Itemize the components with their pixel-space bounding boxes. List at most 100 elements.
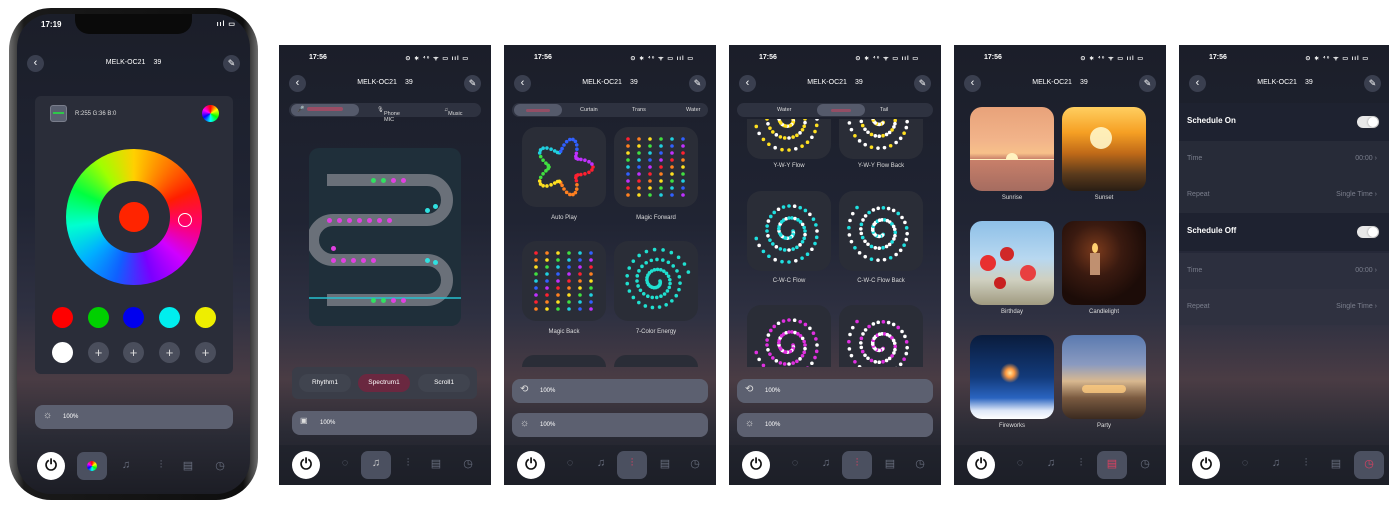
color-icon[interactable]: ◌ xyxy=(786,457,804,469)
scene-candlelight[interactable] xyxy=(1062,221,1146,305)
mixer-icon[interactable]: ⫶ xyxy=(1072,457,1090,470)
clock-icon[interactable]: ◷ xyxy=(459,457,477,470)
color-palette-icon[interactable] xyxy=(202,105,219,122)
scene-fireworks[interactable] xyxy=(970,335,1054,419)
clock-icon[interactable]: ◷ xyxy=(686,457,704,470)
edit-button[interactable]: ✎ xyxy=(689,75,706,92)
nav-schedule-selected[interactable]: ◷ xyxy=(1354,451,1384,479)
clock-icon[interactable]: ◷ xyxy=(211,459,229,472)
add-color-button[interactable]: + xyxy=(88,342,109,363)
tab-music[interactable]: ♫ Music xyxy=(444,107,463,117)
brightness-slider[interactable]: ☼ 100% xyxy=(737,413,933,437)
schedule-on-toggle[interactable] xyxy=(1357,116,1379,128)
edit-button[interactable]: ✎ xyxy=(464,75,481,92)
brightness-slider[interactable]: ☼ 100% xyxy=(35,405,233,429)
add-color-button[interactable]: + xyxy=(159,342,180,363)
clock-icon[interactable]: ◷ xyxy=(911,457,929,470)
color-wheel[interactable] xyxy=(66,149,202,285)
speed-slider[interactable]: ⟲ 100% xyxy=(737,379,933,403)
tab-phone-mic[interactable]: 🎙 Phone MIC xyxy=(377,107,400,123)
effect-card-partial[interactable] xyxy=(614,355,698,367)
brightness-slider[interactable]: ☼ 100% xyxy=(512,413,708,437)
mode-spectrum[interactable]: Spectrum1 xyxy=(358,374,410,392)
preset-green[interactable] xyxy=(88,307,109,328)
mixer-icon[interactable]: ⫶ xyxy=(1297,457,1315,470)
power-button[interactable]: ⏻ xyxy=(37,452,65,480)
effect-card-partial[interactable] xyxy=(522,355,606,367)
tab-water[interactable]: Water xyxy=(777,107,791,113)
effect-y-w-y-flow-back[interactable] xyxy=(839,119,923,159)
tab-trans[interactable]: Trans xyxy=(632,107,646,113)
power-button[interactable]: ⏻ xyxy=(292,451,320,479)
effect-y-w-y-flow[interactable] xyxy=(747,119,831,159)
mixer-icon[interactable]: ⫶ xyxy=(399,457,417,470)
effect-magic-forward[interactable] xyxy=(614,127,698,207)
schedule-off-toggle[interactable] xyxy=(1357,226,1379,238)
tab-water[interactable]: Water xyxy=(686,107,700,113)
edit-button[interactable]: ✎ xyxy=(1364,75,1381,92)
scene-party[interactable] xyxy=(1062,335,1146,419)
power-button[interactable]: ⏻ xyxy=(967,451,995,479)
scene-sunrise[interactable] xyxy=(970,107,1054,191)
preset-cyan[interactable] xyxy=(159,307,180,328)
music-icon[interactable]: ♫ xyxy=(817,457,835,469)
nav-music-selected[interactable]: ♫ xyxy=(361,451,391,479)
preset-yellow[interactable] xyxy=(195,307,216,328)
scene-icon[interactable]: ▤ xyxy=(427,457,445,470)
scene-icon[interactable]: ▤ xyxy=(656,457,674,470)
color-icon[interactable]: ◌ xyxy=(561,457,579,469)
schedule-on-time-row[interactable]: Time 00:00 › xyxy=(1179,141,1389,177)
add-color-button[interactable]: + xyxy=(195,342,216,363)
scene-icon[interactable]: ▤ xyxy=(1327,457,1345,470)
tab-basic[interactable] xyxy=(514,104,562,116)
preset-blue[interactable] xyxy=(123,307,144,328)
power-button[interactable]: ⏻ xyxy=(742,451,770,479)
nav-scene-selected[interactable]: ▤ xyxy=(1097,451,1127,479)
power-button[interactable]: ⏻ xyxy=(1192,451,1220,479)
effect-card-partial[interactable] xyxy=(747,305,831,367)
nav-color-selected[interactable] xyxy=(77,452,107,480)
edit-button[interactable]: ✎ xyxy=(1139,75,1156,92)
led-dot xyxy=(589,293,593,297)
preset-white[interactable] xyxy=(52,342,73,363)
scene-icon[interactable]: ▤ xyxy=(179,459,197,472)
effect-auto-play[interactable] xyxy=(522,127,606,207)
effect-c-w-c-flow-back[interactable] xyxy=(839,191,923,271)
add-color-button[interactable]: + xyxy=(123,342,144,363)
clock-icon[interactable]: ◷ xyxy=(1136,457,1154,470)
color-icon[interactable]: ◌ xyxy=(1011,457,1029,469)
preset-red[interactable] xyxy=(52,307,73,328)
effect-c-w-c-flow[interactable] xyxy=(747,191,831,271)
led-dot xyxy=(370,257,376,263)
color-icon[interactable]: ◌ xyxy=(1236,457,1254,469)
power-button[interactable]: ⏻ xyxy=(517,451,545,479)
edit-button[interactable]: ✎ xyxy=(914,75,931,92)
speed-slider[interactable]: ⟲ 100% xyxy=(512,379,708,403)
tab-curtain[interactable]: Curtain xyxy=(580,107,598,113)
scene-sunset[interactable] xyxy=(1062,107,1146,191)
nav-effects-selected[interactable]: ⫶ xyxy=(617,451,647,479)
nav-effects-selected[interactable]: ⫶ xyxy=(842,451,872,479)
music-icon[interactable]: ♫ xyxy=(117,459,135,471)
schedule-off-repeat-row[interactable]: Repeat Single Time › xyxy=(1179,289,1389,325)
mode-scroll[interactable]: Scroll1 xyxy=(418,374,470,392)
schedule-off-time-row[interactable]: Time 00:00 › xyxy=(1179,253,1389,289)
effect-card-partial[interactable] xyxy=(839,305,923,367)
music-icon[interactable]: ♫ xyxy=(1267,457,1285,469)
scene-icon[interactable]: ▤ xyxy=(881,457,899,470)
mixer-icon[interactable]: ⫶ xyxy=(152,459,170,472)
effect-magic-back[interactable] xyxy=(522,241,606,321)
music-icon[interactable]: ♫ xyxy=(1042,457,1060,469)
sensitivity-slider[interactable]: ▣ 100% xyxy=(292,411,477,435)
music-icon[interactable]: ♫ xyxy=(592,457,610,469)
color-icon[interactable]: ◌ xyxy=(336,457,354,469)
tab-device-mic[interactable]: 🎤 xyxy=(291,104,359,116)
schedule-on-repeat-row[interactable]: Repeat Single Time › xyxy=(1179,177,1389,213)
edit-button[interactable]: ✎ xyxy=(223,55,240,72)
scene-birthday[interactable] xyxy=(970,221,1054,305)
tab-flow[interactable] xyxy=(817,104,865,116)
mode-rhythm[interactable]: Rhythm1 xyxy=(299,374,351,392)
tab-tail[interactable]: Tail xyxy=(880,107,888,113)
color-wheel-handle[interactable] xyxy=(178,213,192,227)
effect-7-color-energy[interactable] xyxy=(614,241,698,321)
